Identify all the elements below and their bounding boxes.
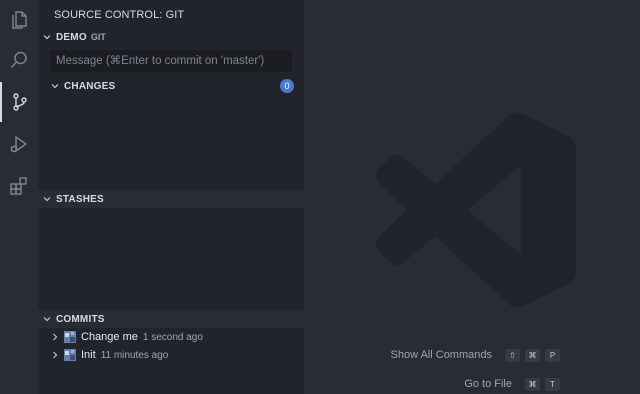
commit-message: Change me — [81, 331, 138, 343]
source-control-button[interactable] — [0, 82, 38, 122]
avatar — [64, 331, 76, 343]
commits-title: COMMITS — [56, 313, 105, 325]
avatar — [64, 349, 76, 361]
shortcut-label: Show All Commands — [390, 349, 493, 361]
search-icon — [10, 51, 27, 69]
commit-time: 11 minutes ago — [100, 349, 169, 361]
commit-message: Init — [81, 349, 96, 361]
vscode-logo-watermark — [376, 112, 576, 308]
chevron-down-icon — [43, 197, 51, 202]
shift-key: ⇧ — [505, 348, 520, 362]
p-key: P — [545, 348, 560, 362]
search-button[interactable] — [0, 40, 38, 80]
commits-section-header[interactable]: COMMITS — [38, 310, 304, 328]
go-to-file-shortcut: Go to File — [464, 376, 512, 392]
run-debug-button[interactable] — [0, 124, 38, 164]
show-all-commands-shortcut: Show All Commands — [391, 347, 493, 363]
commit-item[interactable]: Change me 1 second ago — [38, 328, 304, 346]
extensions-button[interactable] — [0, 166, 38, 206]
chevron-down-icon — [43, 35, 51, 40]
repo-section-header[interactable]: DEMO GIT — [38, 28, 304, 46]
changes-count-badge: 0 — [280, 79, 294, 93]
chevron-down-icon — [43, 317, 51, 322]
shortcut-label: Go to File — [464, 378, 512, 390]
editor-area: Show All Commands ⇧ ⌘ P Go to File ⌘ T — [304, 0, 640, 394]
source-control-icon — [13, 93, 27, 111]
cmd-key: ⌘ — [525, 348, 540, 362]
stashes-title: STASHES — [56, 193, 104, 205]
commit-time: 1 second ago — [142, 331, 203, 343]
chevron-down-icon — [51, 84, 59, 89]
sidebar-title: SOURCE CONTROL: GIT — [54, 9, 185, 21]
extensions-icon — [10, 177, 27, 195]
source-control-sidebar: SOURCE CONTROL: GIT DEMO GIT CHANGES 0 S… — [38, 0, 304, 394]
stashes-section-header[interactable]: STASHES — [38, 190, 304, 208]
activity-bar — [0, 0, 39, 394]
commit-item[interactable]: Init 11 minutes ago — [38, 346, 304, 364]
repo-provider: GIT — [90, 32, 106, 42]
commit-message-input[interactable] — [50, 50, 292, 72]
chevron-right-icon — [53, 351, 58, 359]
t-key: T — [545, 377, 560, 391]
changes-title: CHANGES — [64, 80, 116, 92]
go-to-file-keys: ⌘ T — [520, 376, 560, 392]
changes-section-header[interactable]: CHANGES — [46, 77, 304, 95]
repo-name: DEMO — [56, 31, 87, 43]
chevron-right-icon — [53, 333, 58, 341]
show-all-commands-keys: ⇧ ⌘ P — [500, 347, 560, 363]
explorer-button[interactable] — [0, 0, 38, 40]
run-debug-icon — [10, 135, 28, 153]
explorer-icon — [12, 11, 27, 29]
cmd-key: ⌘ — [525, 377, 540, 391]
